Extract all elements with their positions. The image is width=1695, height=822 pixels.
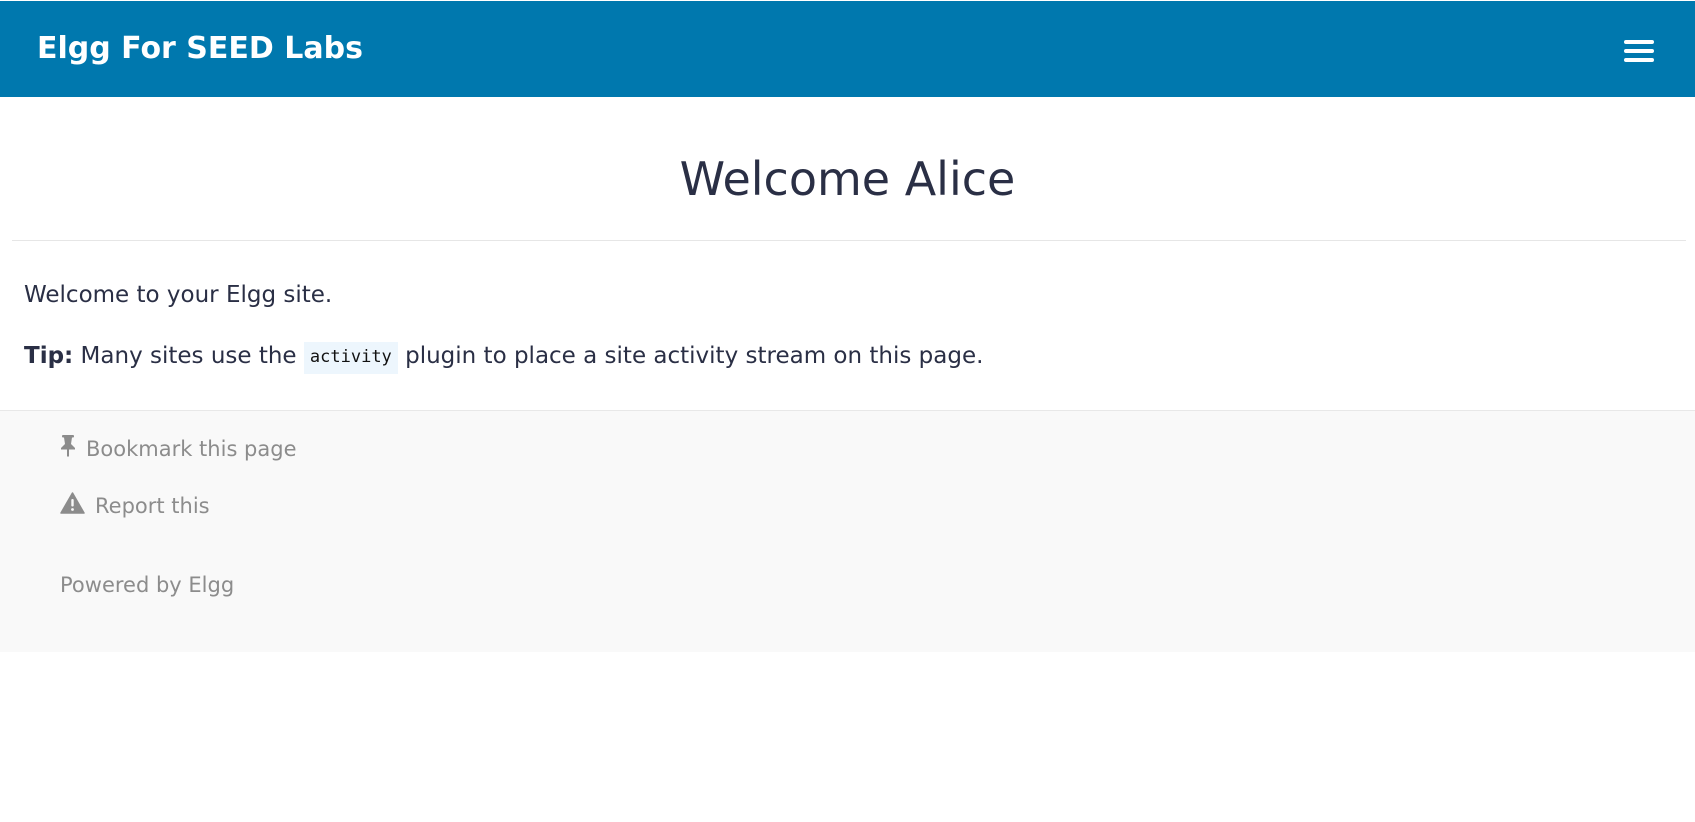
top-bar: Elgg For SEED Labs [0, 1, 1695, 97]
tip-label: Tip: [24, 343, 74, 369]
powered-by-link[interactable]: Powered by Elgg [60, 573, 234, 597]
menu-line [1624, 58, 1654, 62]
bookmark-label: Bookmark this page [86, 436, 297, 461]
menu-line [1624, 40, 1654, 44]
intro-text: Welcome to your Elgg site. [24, 282, 333, 308]
title-divider [12, 240, 1686, 241]
tip-text: Tip: Many sites use the activity plugin … [24, 342, 983, 374]
report-link[interactable]: Report this [60, 492, 210, 519]
bookmark-link[interactable]: Bookmark this page [60, 435, 297, 462]
menu-line [1624, 49, 1654, 53]
tip-text-after: plugin to place a site activity stream o… [405, 343, 984, 369]
page-title: Welcome Alice [679, 152, 1016, 206]
pushpin-icon [60, 435, 76, 462]
tip-code: activity [303, 342, 398, 374]
tip-text-before: Many sites use the [80, 343, 297, 369]
report-label: Report this [95, 493, 210, 518]
site-title-link[interactable]: Elgg For SEED Labs [37, 31, 363, 66]
hamburger-menu-icon[interactable] [1622, 36, 1656, 66]
footer: Bookmark this page Report this Powered b… [0, 410, 1695, 652]
warning-triangle-icon [60, 492, 85, 519]
